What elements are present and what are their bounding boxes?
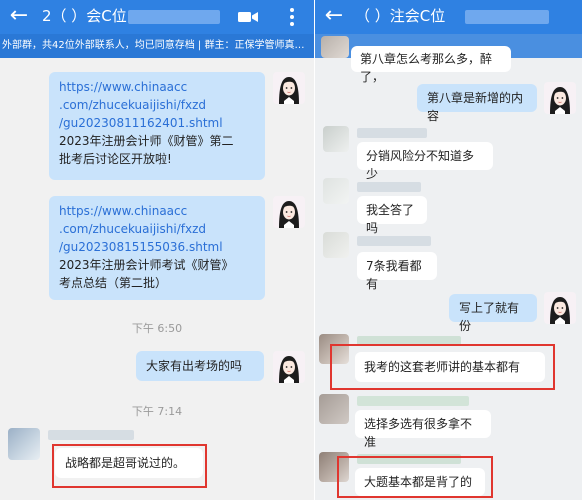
message-text: 分销风险分不知道多少 — [366, 149, 475, 181]
chat-title: 2（ ）会C位 — [42, 7, 127, 25]
right-chat-panel: ← （ ）注会C位 第八章怎么考那么多，醉了， 第八章是新增的内容 分销风险分不… — [315, 0, 582, 500]
more-vertical-icon[interactable] — [280, 5, 304, 29]
chat-message[interactable]: 大家有出考场的吗 — [136, 351, 264, 381]
link-line[interactable]: .com/zhucekuaijishi/fxzd — [59, 220, 255, 238]
avatar[interactable] — [323, 178, 349, 204]
highlight-box — [330, 344, 555, 390]
link-line[interactable]: https://www.chinaacc — [59, 78, 255, 96]
chat-message[interactable]: 选择多选有很多拿不准 — [355, 410, 491, 449]
message-text: 2023年注册会计师考试《财管》 — [59, 258, 234, 272]
chat-message[interactable]: 第八章是新增的内容 — [417, 84, 537, 123]
back-arrow-icon[interactable]: ← — [323, 3, 345, 29]
highlight-box — [52, 444, 207, 488]
sender-name — [357, 396, 469, 406]
link-line[interactable]: /gu20230811162401.shtml — [59, 114, 255, 132]
chat-message[interactable]: 7条我看都有 — [357, 252, 437, 291]
avatar[interactable] — [321, 36, 349, 58]
redacted-title — [128, 10, 220, 24]
avatar[interactable] — [273, 72, 305, 104]
message-text: 第八章怎么考那么多，醉了， — [360, 52, 493, 84]
avatar[interactable] — [544, 292, 576, 324]
link-message[interactable]: https://www.chinaacc .com/zhucekuaijishi… — [49, 196, 265, 300]
avatar[interactable] — [544, 82, 576, 114]
message-text: 考点总结（第二批） — [59, 276, 168, 290]
avatar[interactable] — [319, 394, 349, 424]
message-text: 我全答了吗 — [366, 203, 415, 235]
avatar[interactable] — [8, 428, 40, 460]
timestamp: 下午 6:50 — [131, 322, 183, 335]
message-text: 选择多选有很多拿不准 — [364, 417, 473, 449]
message-text: 2023年注册会计师《财管》第二 — [59, 134, 234, 148]
sender-name — [48, 430, 134, 440]
highlight-box — [337, 456, 493, 498]
sender-name — [357, 128, 427, 138]
sender-name — [357, 182, 421, 192]
message-text: 批考后讨论区开放啦! — [59, 152, 172, 166]
chat-message[interactable]: 我全答了吗 — [357, 196, 427, 235]
chat-title: （ ）注会C位 — [355, 7, 446, 25]
link-line[interactable]: .com/zhucekuaijishi/fxzd — [59, 96, 255, 114]
video-call-icon[interactable] — [236, 5, 260, 29]
timestamp: 下午 7:14 — [131, 405, 183, 418]
sender-name — [357, 236, 431, 246]
message-text: 7条我看都有 — [366, 259, 422, 291]
avatar[interactable] — [323, 126, 349, 152]
right-app-bar: ← （ ）注会C位 — [315, 0, 582, 34]
link-message[interactable]: https://www.chinaacc .com/zhucekuaijishi… — [49, 72, 265, 180]
avatar[interactable] — [323, 232, 349, 258]
redacted-title — [465, 10, 549, 24]
avatar[interactable] — [273, 196, 305, 228]
link-line[interactable]: https://www.chinaacc — [59, 202, 255, 220]
link-line[interactable]: /gu20230815155036.shtml — [59, 238, 255, 256]
chat-message[interactable]: 写上了就有份 — [449, 294, 537, 333]
message-text: 第八章是新增的内容 — [427, 91, 524, 123]
left-app-bar: ← 2（ ）会C位 — [0, 0, 314, 34]
chat-message[interactable]: 分销风险分不知道多少 — [357, 142, 493, 181]
message-text: 写上了就有份 — [459, 301, 520, 333]
left-chat-panel: ← 2（ ）会C位 外部群，共42位外部联系人，均已同意存档 | 群主：正保学管… — [0, 0, 314, 500]
back-arrow-icon[interactable]: ← — [8, 3, 30, 29]
group-info-bar[interactable]: 外部群，共42位外部联系人，均已同意存档 | 群主：正保学管师真… — [0, 34, 314, 58]
message-text: 大家有出考场的吗 — [146, 359, 243, 373]
avatar[interactable] — [273, 351, 305, 383]
chat-message[interactable]: 第八章怎么考那么多，醉了， — [351, 46, 511, 84]
